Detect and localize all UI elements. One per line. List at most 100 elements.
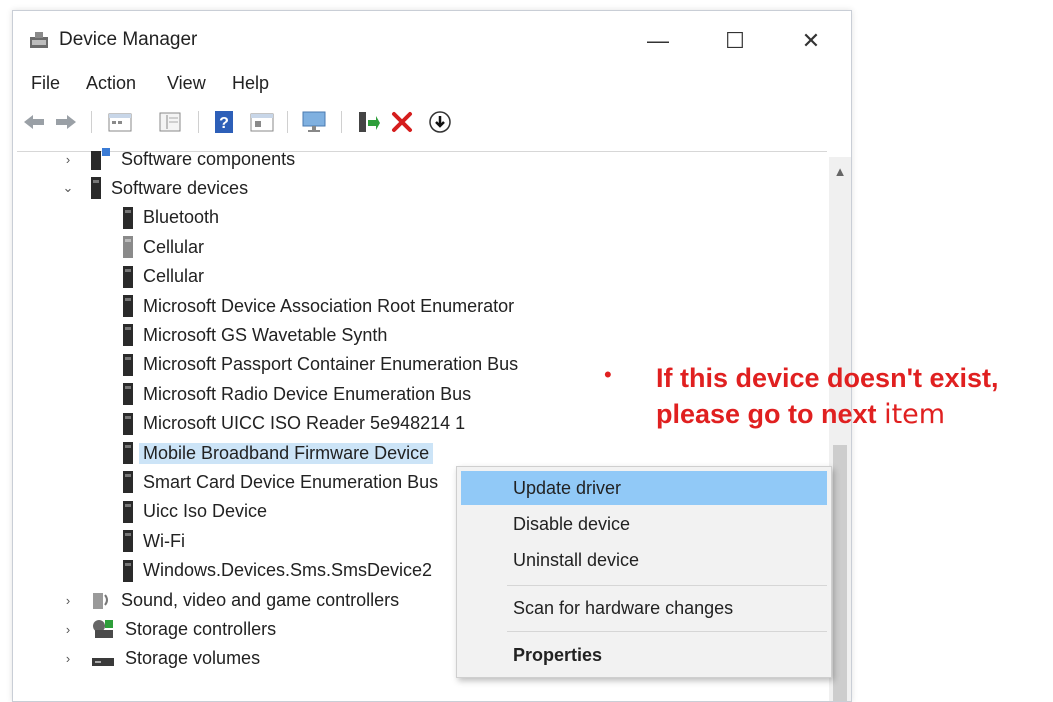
annotation-bullet: • bbox=[604, 362, 612, 387]
toolbar-separator bbox=[91, 111, 92, 133]
tree-item-device[interactable]: Microsoft Passport Container Enumeration… bbox=[123, 351, 518, 379]
update-driver-menu-item[interactable]: Update driver bbox=[461, 471, 827, 505]
toolbar-separator bbox=[287, 111, 288, 133]
minimize-button[interactable]: — bbox=[638, 21, 678, 61]
collapsed-chevron-icon[interactable]: › bbox=[61, 593, 75, 608]
tree-item-label: Storage volumes bbox=[125, 648, 261, 669]
tree-item-device[interactable]: Microsoft GS Wavetable Synth bbox=[123, 321, 387, 349]
comp-icon bbox=[91, 148, 111, 170]
tree-item-device[interactable]: Cellular bbox=[123, 233, 204, 261]
menu-separator bbox=[507, 631, 827, 632]
scan-hardware-menu-item[interactable]: Scan for hardware changes bbox=[457, 591, 831, 625]
svg-text:?: ? bbox=[219, 115, 229, 132]
panel-icon[interactable] bbox=[249, 109, 275, 135]
menu-bar: File Action View Help bbox=[13, 71, 851, 97]
maximize-button[interactable]: ☐ bbox=[715, 21, 755, 61]
title-bar[interactable]: Device Manager — ☐ ✕ bbox=[13, 11, 851, 67]
tree-item-device[interactable]: Bluetooth bbox=[123, 204, 219, 232]
sound-icon bbox=[91, 589, 111, 611]
uninstall-x-icon[interactable] bbox=[389, 109, 415, 135]
properties-menu-item[interactable]: Properties bbox=[457, 638, 831, 672]
tree-item-label: Microsoft UICC ISO Reader 5e948214 1 bbox=[143, 413, 466, 434]
tree-item-device[interactable]: Microsoft Radio Device Enumeration Bus bbox=[123, 380, 471, 408]
device-icon bbox=[123, 412, 133, 435]
device-manager-icon bbox=[30, 32, 48, 48]
annotation-note: If this device doesn't exist, please go … bbox=[656, 360, 999, 433]
scroll-up-arrow-icon[interactable]: ▲ bbox=[829, 163, 851, 179]
tree-item-software-devices[interactable]: ⌄ Software devices bbox=[63, 174, 248, 202]
forward-arrow-icon[interactable] bbox=[53, 109, 79, 135]
scrollbar-thumb[interactable] bbox=[833, 445, 847, 701]
device-icon bbox=[123, 383, 133, 406]
tree-item-device[interactable]: Windows.Devices.Sms.SmsDevice2 bbox=[123, 557, 432, 585]
tree-item-label: Software components bbox=[121, 148, 296, 169]
tree-item-storage-volumes[interactable]: › Storage volumes bbox=[66, 645, 261, 673]
device-icon bbox=[123, 265, 133, 288]
storage-icon bbox=[91, 618, 115, 640]
context-menu: Update driver Disable device Uninstall d… bbox=[456, 466, 832, 678]
tree-item-software-components[interactable]: › Software components bbox=[66, 145, 296, 173]
tree-item-label: Windows.Devices.Sms.SmsDevice2 bbox=[143, 560, 433, 581]
properties-icon[interactable] bbox=[107, 109, 133, 135]
tree-item-device[interactable]: Wi-Fi bbox=[123, 527, 185, 555]
annotation-line-2: please go to next item bbox=[656, 396, 999, 433]
back-arrow-icon[interactable] bbox=[21, 109, 47, 135]
tree-item-label: Bluetooth bbox=[143, 207, 220, 228]
tree-item-device[interactable]: Cellular bbox=[123, 263, 204, 291]
device-icon bbox=[123, 442, 133, 464]
menu-view[interactable]: View bbox=[167, 73, 206, 94]
tree-item-label: Microsoft GS Wavetable Synth bbox=[143, 324, 388, 345]
device-icon bbox=[123, 530, 133, 553]
collapsed-chevron-icon[interactable]: › bbox=[61, 622, 75, 637]
tree-item-label: Mobile Broadband Firmware Device bbox=[139, 442, 434, 464]
uninstall-device-menu-item[interactable]: Uninstall device bbox=[457, 543, 831, 577]
device-icon bbox=[123, 295, 133, 317]
device-icon bbox=[123, 353, 133, 376]
help-icon[interactable]: ? bbox=[211, 109, 237, 135]
toolbar-separator bbox=[198, 111, 199, 133]
device-icon bbox=[123, 559, 133, 582]
tree-item-label: Microsoft Passport Container Enumeration… bbox=[143, 354, 519, 375]
device-icon bbox=[123, 206, 133, 229]
close-button[interactable]: ✕ bbox=[791, 21, 831, 61]
menu-separator bbox=[507, 585, 827, 586]
device-icon bbox=[123, 500, 133, 523]
tree-item-label: Cellular bbox=[143, 266, 205, 287]
disable-device-menu-item[interactable]: Disable device bbox=[457, 507, 831, 541]
toolbar: ? bbox=[13, 105, 851, 139]
tree-item-device[interactable]: Uicc Iso Device bbox=[123, 498, 267, 526]
collapsed-chevron-icon[interactable]: › bbox=[61, 152, 75, 167]
device-icon bbox=[91, 177, 101, 200]
volume-icon bbox=[91, 648, 115, 670]
download-icon[interactable] bbox=[427, 109, 453, 135]
device-icon bbox=[123, 236, 133, 259]
tree-item-storage-controllers[interactable]: › Storage controllers bbox=[66, 615, 277, 643]
view-icon[interactable] bbox=[157, 109, 183, 135]
annotation-line-2-tail: item bbox=[884, 399, 946, 430]
tree-item-label: Uicc Iso Device bbox=[143, 501, 268, 522]
window-title: Device Manager bbox=[59, 29, 198, 50]
device-icon bbox=[123, 471, 133, 494]
update-driver-icon[interactable] bbox=[355, 109, 381, 135]
tree-item-sound-video-game[interactable]: › Sound, video and game controllers bbox=[66, 586, 400, 614]
tree-item-device[interactable]: Microsoft Device Association Root Enumer… bbox=[123, 292, 514, 320]
annotation-line-1: If this device doesn't exist, bbox=[656, 363, 999, 393]
tree-item-label: Sound, video and game controllers bbox=[121, 589, 400, 610]
menu-help[interactable]: Help bbox=[232, 73, 269, 94]
monitor-icon[interactable] bbox=[301, 109, 327, 135]
toolbar-separator bbox=[341, 111, 342, 133]
collapsed-chevron-icon[interactable]: › bbox=[61, 651, 75, 666]
menu-file[interactable]: File bbox=[31, 73, 60, 94]
tree-item-label: Cellular bbox=[143, 236, 205, 257]
menu-action[interactable]: Action bbox=[86, 73, 136, 94]
tree-item-label: Smart Card Device Enumeration Bus bbox=[143, 471, 439, 492]
tree-item-label: Microsoft Device Association Root Enumer… bbox=[143, 295, 515, 316]
tree-item-device[interactable]: Microsoft UICC ISO Reader 5e948214 1 bbox=[123, 410, 465, 438]
expanded-chevron-icon[interactable]: ⌄ bbox=[61, 180, 75, 195]
tree-item-label: Storage controllers bbox=[125, 618, 277, 639]
tree-item-device[interactable]: Mobile Broadband Firmware Device bbox=[123, 439, 434, 467]
tree-item-label: Wi-Fi bbox=[143, 530, 185, 551]
tree-item-device[interactable]: Smart Card Device Enumeration Bus bbox=[123, 468, 438, 496]
device-icon bbox=[123, 324, 133, 347]
tree-item-label: Microsoft Radio Device Enumeration Bus bbox=[143, 383, 472, 404]
